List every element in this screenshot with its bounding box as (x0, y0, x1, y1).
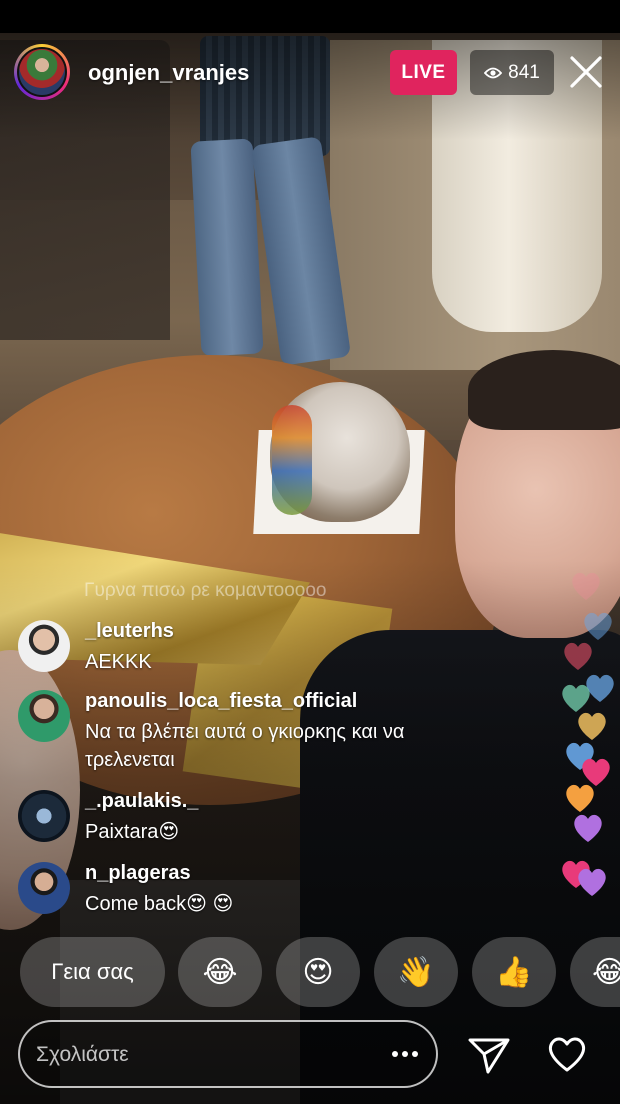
heart-reaction-icon (564, 642, 592, 670)
comment-text: Να τα βλέπει αυτά ο γκιορκης και να τρελ… (85, 721, 405, 771)
send-icon (468, 1038, 510, 1074)
thumbs-up-emoji-icon: 👍 (495, 954, 533, 990)
viewer-count: 841 (508, 61, 540, 83)
comment-text: AEKKK (85, 651, 152, 673)
heart-eyes-emoji-icon: 😍 (302, 954, 334, 990)
live-video-stage: ognjen_vranjes LIVE 841 Γυρνα πισω ρε κο… (0, 0, 620, 1104)
broadcaster-username[interactable]: ognjen_vranjes (88, 60, 249, 86)
quick-reply-label: Γεια σας (51, 959, 134, 984)
commenter-avatar[interactable] (18, 790, 70, 842)
more-options-icon (392, 1051, 398, 1057)
heart-icon (548, 1037, 586, 1072)
heart-reaction-icon (566, 784, 594, 812)
live-badge-label: LIVE (401, 61, 446, 83)
broadcaster-avatar[interactable] (14, 44, 70, 100)
comment-text: Paixtara😍 (85, 821, 180, 843)
viewer-count-badge[interactable]: 841 (470, 50, 554, 95)
close-icon (570, 56, 602, 88)
comment-input[interactable] (34, 1038, 358, 1072)
joy-emoji-icon: 😂 (592, 954, 620, 990)
quick-reply-emoji[interactable]: 😂 (178, 937, 262, 1007)
faded-comment: Γυρνα πισω ρε κομαντοοοοο (84, 580, 327, 601)
quick-reply-greeting[interactable]: Γεια σας (20, 937, 165, 1007)
heart-reaction-icon (584, 612, 612, 640)
commenter-avatar[interactable] (18, 862, 70, 914)
eye-icon (484, 67, 503, 78)
live-badge: LIVE (390, 50, 457, 95)
avatar (17, 47, 67, 97)
send-button[interactable] (466, 1034, 512, 1076)
wave-emoji-icon: 👋 (397, 954, 435, 990)
commenter-avatar[interactable] (18, 690, 70, 742)
more-options-icon (402, 1051, 408, 1057)
like-button[interactable] (545, 1034, 589, 1074)
more-options-icon (412, 1051, 418, 1057)
quick-reply-emoji[interactable]: 👋 (374, 937, 458, 1007)
heart-reaction-icon (572, 572, 600, 600)
status-bar (0, 0, 620, 33)
heart-reaction-icon (574, 814, 602, 842)
quick-reply-emoji[interactable]: 👍 (472, 937, 556, 1007)
comment-username[interactable]: _.paulakis._ (85, 790, 198, 813)
reaction-hearts (555, 560, 620, 910)
quick-reply-emoji[interactable]: 😍 (276, 937, 360, 1007)
heart-reaction-icon (578, 712, 606, 740)
comment-username[interactable]: _leuterhs (85, 620, 174, 643)
joy-emoji-icon: 😂 (202, 954, 238, 990)
comment-text: Come back😍 😍 (85, 893, 234, 915)
more-options-button[interactable] (380, 1040, 430, 1068)
close-button[interactable] (566, 52, 606, 92)
comment-username[interactable]: panoulis_loca_fiesta_official (85, 690, 357, 713)
commenter-avatar[interactable] (18, 620, 70, 672)
comment-username[interactable]: n_plageras (85, 862, 191, 885)
heart-reaction-icon (578, 868, 606, 896)
comment-field[interactable] (18, 1020, 438, 1088)
